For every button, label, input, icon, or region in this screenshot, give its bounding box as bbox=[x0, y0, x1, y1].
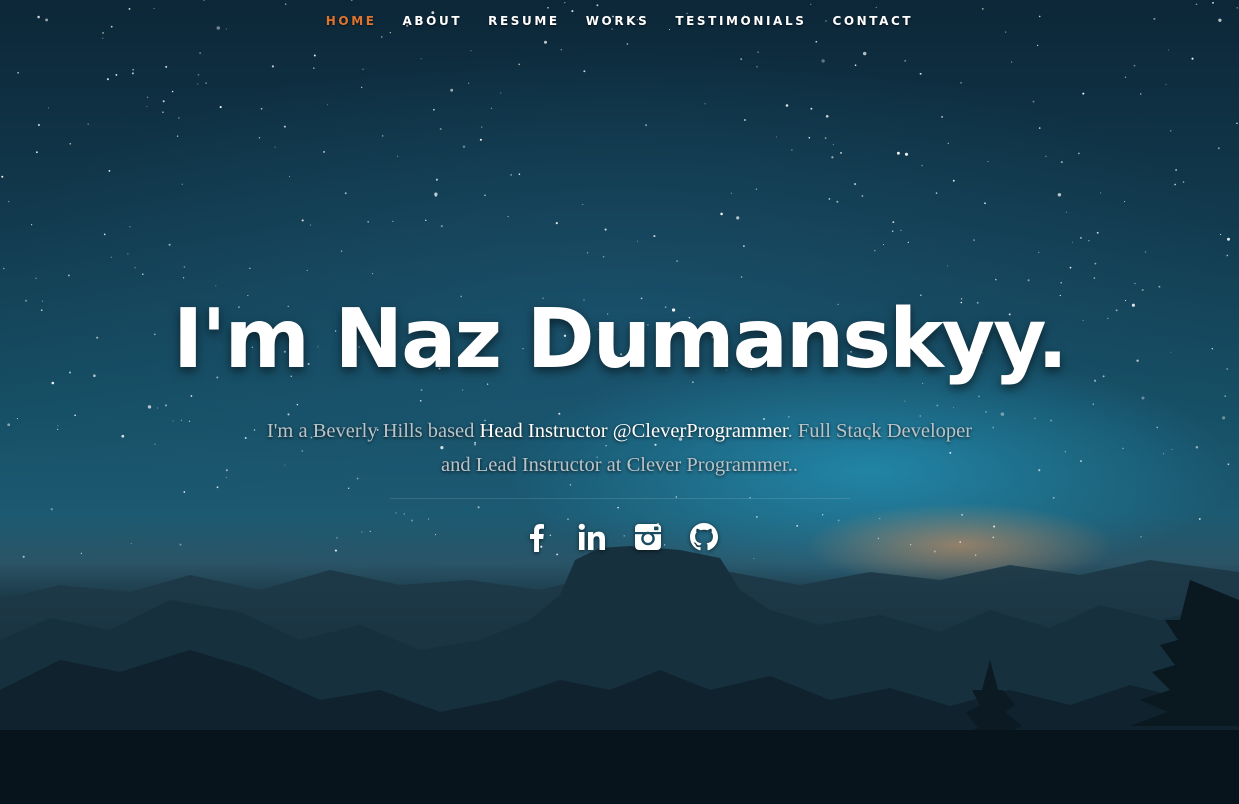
nav-item-resume: RESUME bbox=[488, 12, 560, 30]
nav-item-contact: CONTACT bbox=[832, 12, 913, 30]
intro-highlight: Head Instructor @CleverProgrammer bbox=[479, 420, 788, 442]
nav-link-resume[interactable]: RESUME bbox=[488, 14, 560, 28]
banner: I'm Naz Dumanskyy. I'm a Beverly Hills b… bbox=[0, 288, 1239, 553]
linkedin-link[interactable] bbox=[576, 521, 608, 553]
github-icon bbox=[689, 523, 718, 551]
nav-link-works[interactable]: WORKS bbox=[586, 14, 650, 28]
nav-item-about: ABOUT bbox=[403, 12, 463, 30]
nav-link-contact[interactable]: CONTACT bbox=[832, 14, 913, 28]
nav-link-home[interactable]: HOME bbox=[326, 14, 377, 28]
instagram-icon bbox=[634, 524, 661, 550]
intro-text: I'm a Beverly Hills based Head Instructo… bbox=[260, 414, 980, 482]
headline: I'm Naz Dumanskyy. bbox=[172, 292, 1068, 387]
nav-list: HOME ABOUT RESUME WORKS TESTIMONIALS CONTACT bbox=[0, 0, 1239, 30]
github-link[interactable] bbox=[688, 521, 720, 553]
nav-item-testimonials: TESTIMONIALS bbox=[675, 12, 806, 30]
main-nav: HOME ABOUT RESUME WORKS TESTIMONIALS CONTACT bbox=[0, 0, 1239, 40]
nav-link-about[interactable]: ABOUT bbox=[403, 14, 463, 28]
instagram-link[interactable] bbox=[632, 521, 664, 553]
divider bbox=[389, 498, 850, 499]
nav-item-works: WORKS bbox=[586, 12, 650, 30]
linkedin-icon bbox=[578, 523, 605, 550]
hero-section: HOME ABOUT RESUME WORKS TESTIMONIALS CONTACT … bbox=[0, 0, 1239, 804]
intro-text-start: I'm a Beverly Hills based bbox=[266, 420, 480, 442]
nav-item-home: HOME bbox=[326, 12, 377, 30]
facebook-link[interactable] bbox=[520, 521, 552, 553]
nav-link-testimonials[interactable]: TESTIMONIALS bbox=[675, 14, 806, 28]
social-links bbox=[0, 521, 1239, 553]
facebook-icon bbox=[529, 524, 544, 552]
